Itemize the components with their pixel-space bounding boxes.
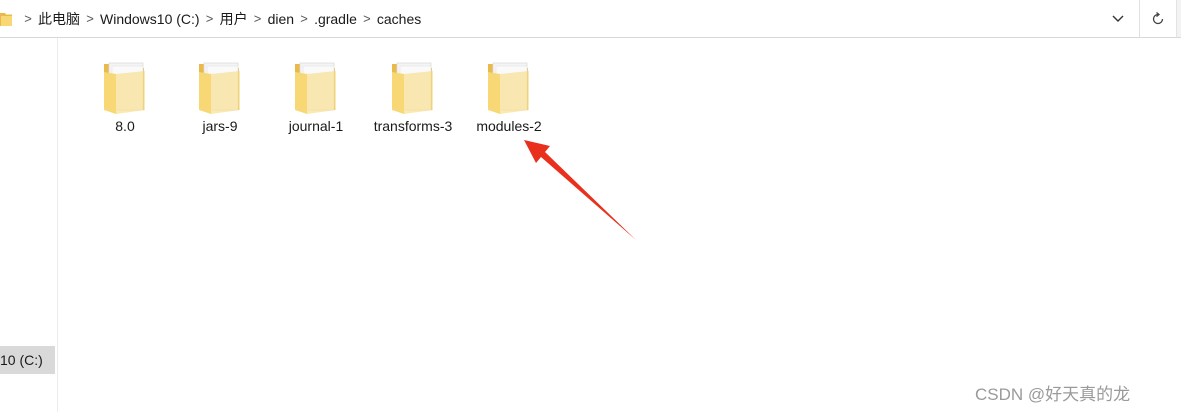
folder-icon xyxy=(104,62,145,114)
refresh-button[interactable] xyxy=(1143,0,1173,37)
breadcrumb-separator[interactable]: > xyxy=(294,11,314,26)
breadcrumb: > 此电脑 > Windows10 (C:) > 用户 > dien > .gr… xyxy=(0,0,1100,37)
breadcrumb-separator[interactable]: > xyxy=(248,11,268,26)
breadcrumb-dien[interactable]: dien xyxy=(268,11,294,27)
file-list[interactable]: 8.0 jars-9 journal-1 transforms-3 module… xyxy=(58,38,1181,412)
folder-icon xyxy=(295,62,336,114)
folder-icon xyxy=(0,0,18,37)
breadcrumb-users[interactable]: 用户 xyxy=(220,9,248,29)
nav-item-drive-c[interactable]: 10 (C:) xyxy=(0,346,55,374)
navigation-pane[interactable]: 10 (C:) xyxy=(0,38,58,412)
address-divider xyxy=(1139,0,1140,37)
folder-label: 8.0 xyxy=(115,118,135,134)
breadcrumb-gradle[interactable]: .gradle xyxy=(314,11,357,27)
address-bar[interactable]: > 此电脑 > Windows10 (C:) > 用户 > dien > .gr… xyxy=(0,0,1181,38)
folder-label: journal-1 xyxy=(288,118,344,134)
folder-icon xyxy=(488,62,529,114)
watermark: CSDN @好天真的龙 xyxy=(975,385,1131,404)
breadcrumb-this-pc[interactable]: 此电脑 xyxy=(38,9,80,29)
folder-label: modules-2 xyxy=(476,118,542,134)
folder-icon xyxy=(199,62,240,114)
breadcrumb-separator[interactable]: > xyxy=(18,11,38,26)
breadcrumb-drive-c[interactable]: Windows10 (C:) xyxy=(100,11,200,27)
scrollbar-edge xyxy=(1176,0,1181,37)
folder-icon xyxy=(392,62,433,114)
folder-item[interactable]: transforms-3 xyxy=(368,58,458,168)
folder-item[interactable]: jars-9 xyxy=(175,58,265,168)
breadcrumb-separator[interactable]: > xyxy=(80,11,100,26)
chevron-down-icon xyxy=(1112,15,1124,22)
breadcrumb-caches[interactable]: caches xyxy=(377,11,421,27)
folder-item[interactable]: journal-1 xyxy=(271,58,361,168)
folder-item[interactable]: 8.0 xyxy=(80,58,170,168)
breadcrumb-separator[interactable]: > xyxy=(357,11,377,26)
refresh-icon xyxy=(1152,11,1164,24)
folder-label: transforms-3 xyxy=(373,118,453,134)
folder-item[interactable]: modules-2 xyxy=(464,58,554,168)
nav-item-label: 10 (C:) xyxy=(0,352,43,368)
address-history-dropdown[interactable] xyxy=(1104,0,1132,37)
breadcrumb-separator[interactable]: > xyxy=(200,11,220,26)
folder-label: jars-9 xyxy=(202,118,238,134)
